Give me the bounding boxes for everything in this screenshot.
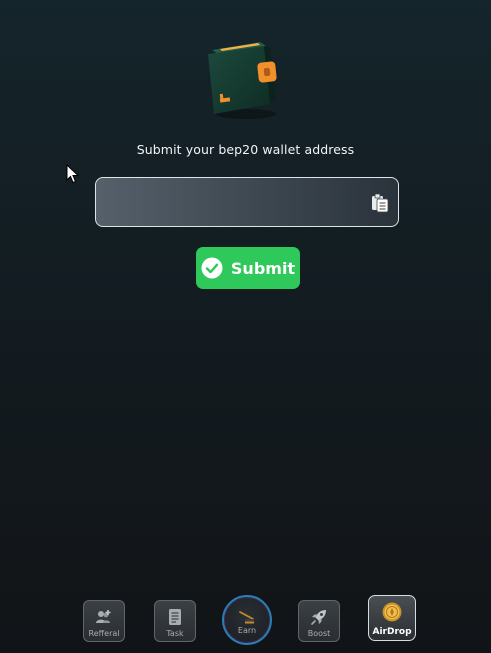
check-circle-icon [201, 257, 223, 279]
task-list-icon [169, 609, 181, 625]
nav-label-refferal: Refferal [88, 629, 120, 638]
submit-label: Submit [230, 258, 296, 278]
mouse-cursor-icon [66, 164, 80, 184]
nav-item-task[interactable]: Task [154, 600, 196, 642]
earn-icon [239, 611, 254, 624]
coin-icon [382, 602, 402, 622]
wallet-prompt: Submit your bep20 wallet address [136, 142, 355, 157]
nav-label-airdrop: AirDrop [372, 627, 412, 637]
wallet-address-input[interactable] [106, 178, 370, 228]
nav-label-task: Task [166, 629, 184, 638]
nav-label-boost: Boost [307, 629, 331, 638]
nav-item-refferal[interactable]: Refferal [83, 600, 125, 642]
wallet-illustration [208, 42, 277, 119]
wallet-address-field[interactable] [95, 177, 399, 228]
add-users-icon [96, 610, 111, 623]
nav-label-earn: Earn [237, 626, 257, 635]
nav-item-earn[interactable]: Earn [222, 595, 272, 645]
submit-button[interactable]: Submit [196, 247, 300, 289]
nav-item-boost[interactable]: Boost [298, 600, 340, 642]
rocket-icon [311, 610, 326, 625]
clipboard-paste-icon[interactable] [371, 193, 389, 213]
nav-item-airdrop[interactable]: AirDrop [368, 595, 416, 641]
